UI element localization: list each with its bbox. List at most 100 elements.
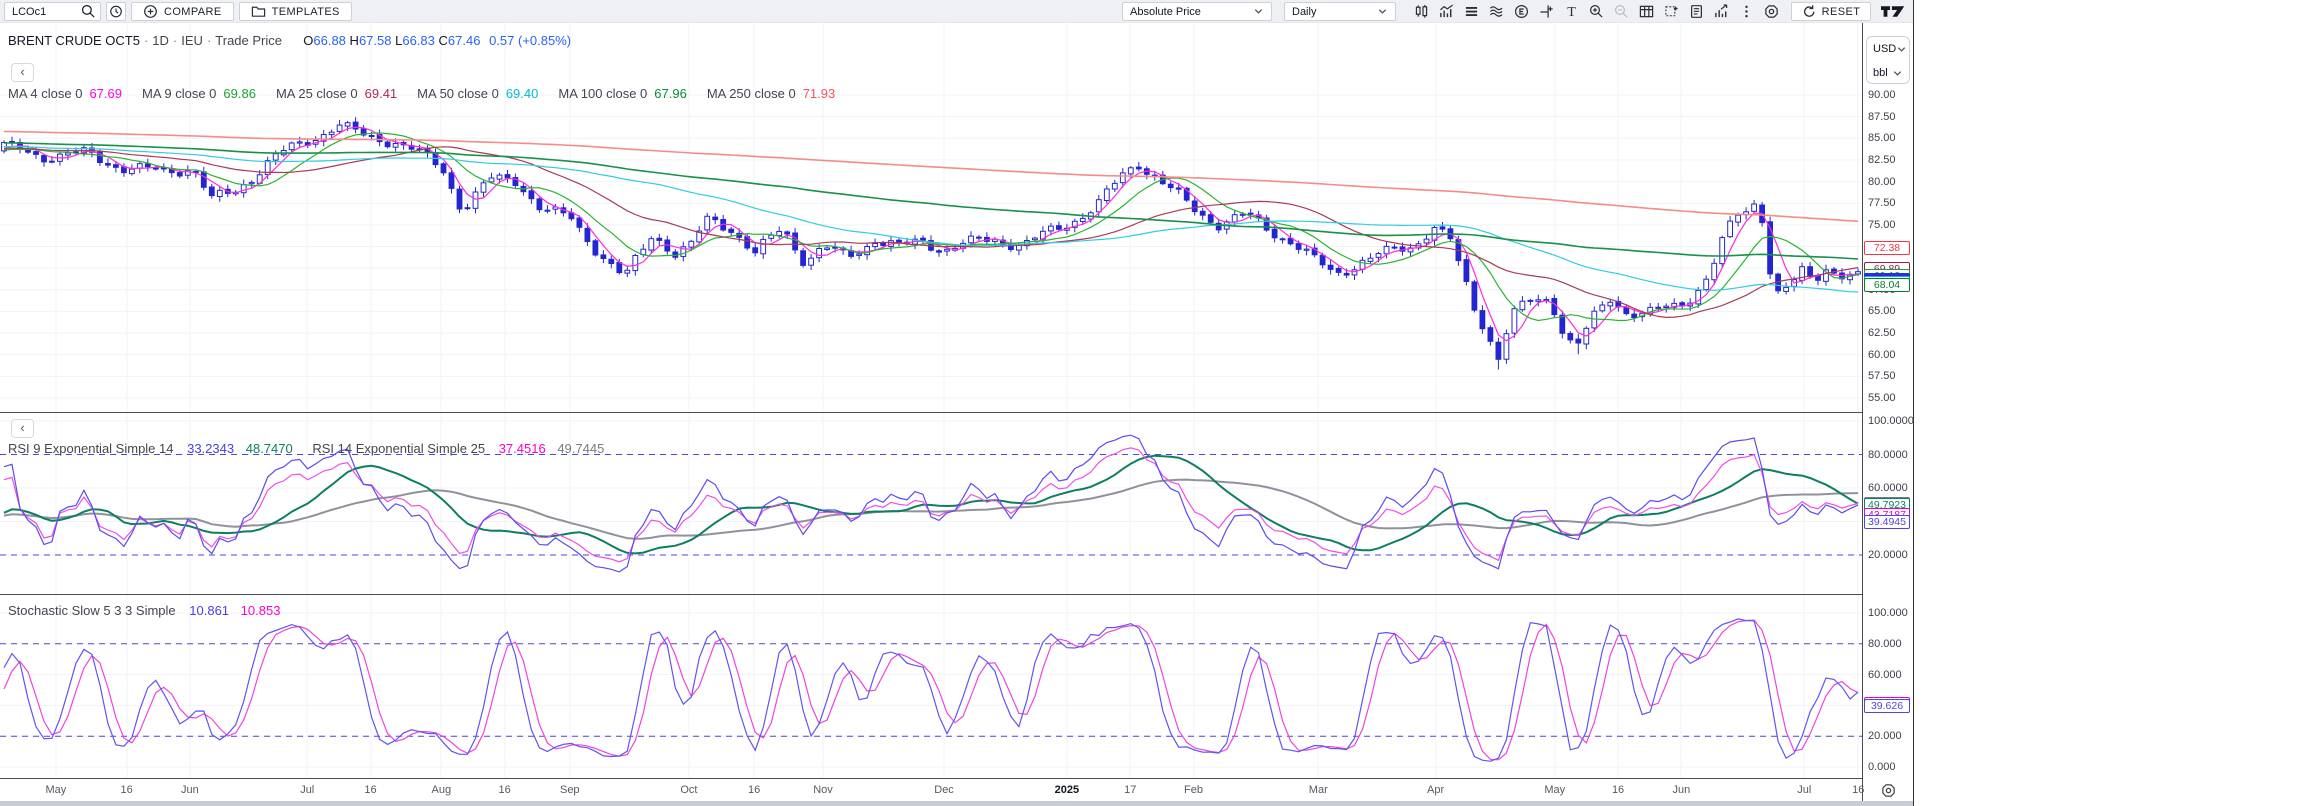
currency-select[interactable]: USD: [1867, 37, 1909, 61]
ma-legend-item[interactable]: MA 50 close 069.40: [417, 86, 538, 101]
price-tick: 55.00: [1868, 392, 1896, 404]
stochastic-legend: Stochastic Slow 5 3 3 Simple 10.861 10.8…: [8, 603, 280, 618]
main-legend-collapse-button[interactable]: ‹: [11, 63, 34, 82]
price-tick: 100.000: [1868, 607, 1908, 619]
events-icon[interactable]: [1509, 2, 1534, 21]
ma-legend-item[interactable]: MA 250 close 071.93: [707, 86, 835, 101]
ma-legend-item[interactable]: MA 100 close 067.96: [558, 86, 686, 101]
chevron-down-icon: [1896, 44, 1907, 55]
price-tick: 62.50: [1868, 327, 1896, 339]
ma-legend-item[interactable]: MA 4 close 067.69: [8, 86, 122, 101]
legend-interval[interactable]: 1D: [152, 33, 169, 48]
export-chart-icon[interactable]: [1709, 2, 1734, 21]
interval-select[interactable]: Daily: [1284, 2, 1396, 21]
rsi-legend: RSI 9 Exponential Simple 14 33.2343 48.7…: [8, 441, 604, 456]
stochastic-title[interactable]: Stochastic Slow 5 3 3 Simple: [8, 603, 176, 618]
time-label: 16: [120, 784, 132, 796]
chevron-down-icon: [1253, 6, 1264, 17]
rsi-1-smooth-value: 48.7470: [246, 441, 293, 456]
stochastic-k-value: 10.861: [189, 603, 229, 618]
indicators-icon[interactable]: [1434, 2, 1459, 21]
templates-button[interactable]: TEMPLATES: [239, 2, 352, 21]
rsi-1-title[interactable]: RSI 9 Exponential Simple 14: [8, 441, 173, 456]
interval-history-button[interactable]: [106, 2, 126, 21]
time-label: Mar: [1309, 784, 1328, 796]
price-tick: 75.00: [1868, 219, 1896, 231]
candles-icon[interactable]: [1409, 2, 1434, 21]
price-tick: 60.00: [1868, 349, 1896, 361]
ohlc-open-label: O: [303, 33, 313, 48]
price-tick: 60.000: [1868, 669, 1902, 681]
price-mode-select[interactable]: Absolute Price: [1122, 2, 1272, 21]
time-axis[interactable]: May16JunJul16Aug16SepOct16NovDec202517Fe…: [0, 779, 1862, 801]
main-pane-plot[interactable]: [0, 23, 1862, 412]
rsi-2-title[interactable]: RSI 14 Exponential Simple 25: [312, 441, 485, 456]
time-label: 16: [364, 784, 376, 796]
change-value: 0.57 (+0.85%): [489, 33, 571, 48]
data-table-icon[interactable]: [1634, 2, 1659, 21]
unit-value: bbl: [1873, 67, 1888, 79]
symbol-input[interactable]: [12, 6, 76, 18]
pane-divider[interactable]: [0, 412, 1913, 413]
ma-label: MA 9 close 0: [142, 86, 216, 101]
price-axis[interactable]: USD bbl 90.0087.5085.0082.5080.0077.5075…: [1863, 23, 1913, 801]
pane-divider[interactable]: [0, 594, 1913, 595]
templates-label: TEMPLATES: [272, 6, 340, 18]
symbol-search-box[interactable]: [4, 2, 101, 21]
reset-icon: [1802, 4, 1817, 19]
zoom-out-icon[interactable]: [1609, 2, 1634, 21]
ma-value: 67.96: [654, 86, 687, 101]
zoom-in-icon[interactable]: [1584, 2, 1609, 21]
price-tick: 20.0000: [1868, 549, 1908, 561]
price-tag: 68.04: [1864, 278, 1910, 292]
text-tool-icon[interactable]: T: [1559, 2, 1584, 21]
chevron-down-icon: [1377, 6, 1388, 17]
legend-series-type: Trade Price: [215, 33, 282, 48]
price-tick: 100.0000: [1868, 415, 1914, 427]
ma-value: 69.41: [365, 86, 398, 101]
time-label: 16: [1612, 784, 1624, 796]
time-label: 17: [1124, 784, 1136, 796]
tradingview-logo-icon[interactable]: [1880, 4, 1906, 19]
symbol-legend: BRENT CRUDE OCT5·1D·IEU·Trade Price O66.…: [8, 33, 571, 48]
time-label: May: [45, 784, 66, 796]
rsi9-smoothing-line: [4, 456, 1858, 554]
time-label: Oct: [680, 784, 697, 796]
clock-icon: [109, 4, 124, 19]
ma-legend: MA 4 close 067.69 MA 9 close 069.86 MA 25 …: [8, 86, 835, 101]
waves-icon[interactable]: [1484, 2, 1509, 21]
symbol-title[interactable]: BRENT CRUDE OCT5: [8, 33, 140, 48]
ma-legend-item[interactable]: MA 25 close 069.41: [276, 86, 397, 101]
ma-legend-item[interactable]: MA 9 close 069.86: [142, 86, 256, 101]
ma-value: 69.40: [506, 86, 539, 101]
main-chart-svg: [0, 23, 1862, 412]
more-options-icon[interactable]: [1734, 2, 1759, 21]
time-label: May: [1544, 784, 1565, 796]
legend-exchange: IEU: [181, 33, 203, 48]
add-pane-icon[interactable]: [1659, 2, 1684, 21]
stoch-pane-plot[interactable]: [0, 595, 1862, 778]
horizontal-scrollbar[interactable]: [0, 801, 1913, 806]
content-right-divider: [1913, 0, 1914, 806]
time-label: 16: [748, 784, 760, 796]
ohlc-low-value: 66.83: [402, 33, 435, 48]
measure-icon[interactable]: [1534, 2, 1559, 21]
ma-4-line: [4, 127, 1858, 341]
plus-circle-icon: [143, 4, 158, 19]
toolbar-right-group: Absolute Price Daily T RESET: [1122, 2, 1906, 21]
news-icon[interactable]: [1684, 2, 1709, 21]
ma-25-line: [4, 147, 1858, 318]
price-tick: 65.00: [1868, 305, 1896, 317]
settings-icon[interactable]: [1759, 2, 1784, 21]
reset-button[interactable]: RESET: [1791, 2, 1871, 21]
price-tag: 39.626: [1864, 699, 1910, 713]
compare-label: COMPARE: [164, 6, 222, 18]
rsi-1-value: 33.2343: [187, 441, 234, 456]
compare-button[interactable]: COMPARE: [131, 2, 234, 21]
layers-icon[interactable]: [1459, 2, 1484, 21]
time-axis-settings-button[interactable]: [1863, 779, 1913, 801]
unit-select[interactable]: bbl: [1867, 61, 1909, 85]
rsi-legend-collapse-button[interactable]: ‹: [11, 419, 34, 438]
price-tick: 60.0000: [1868, 482, 1908, 494]
ma-label: MA 250 close 0: [707, 86, 796, 101]
